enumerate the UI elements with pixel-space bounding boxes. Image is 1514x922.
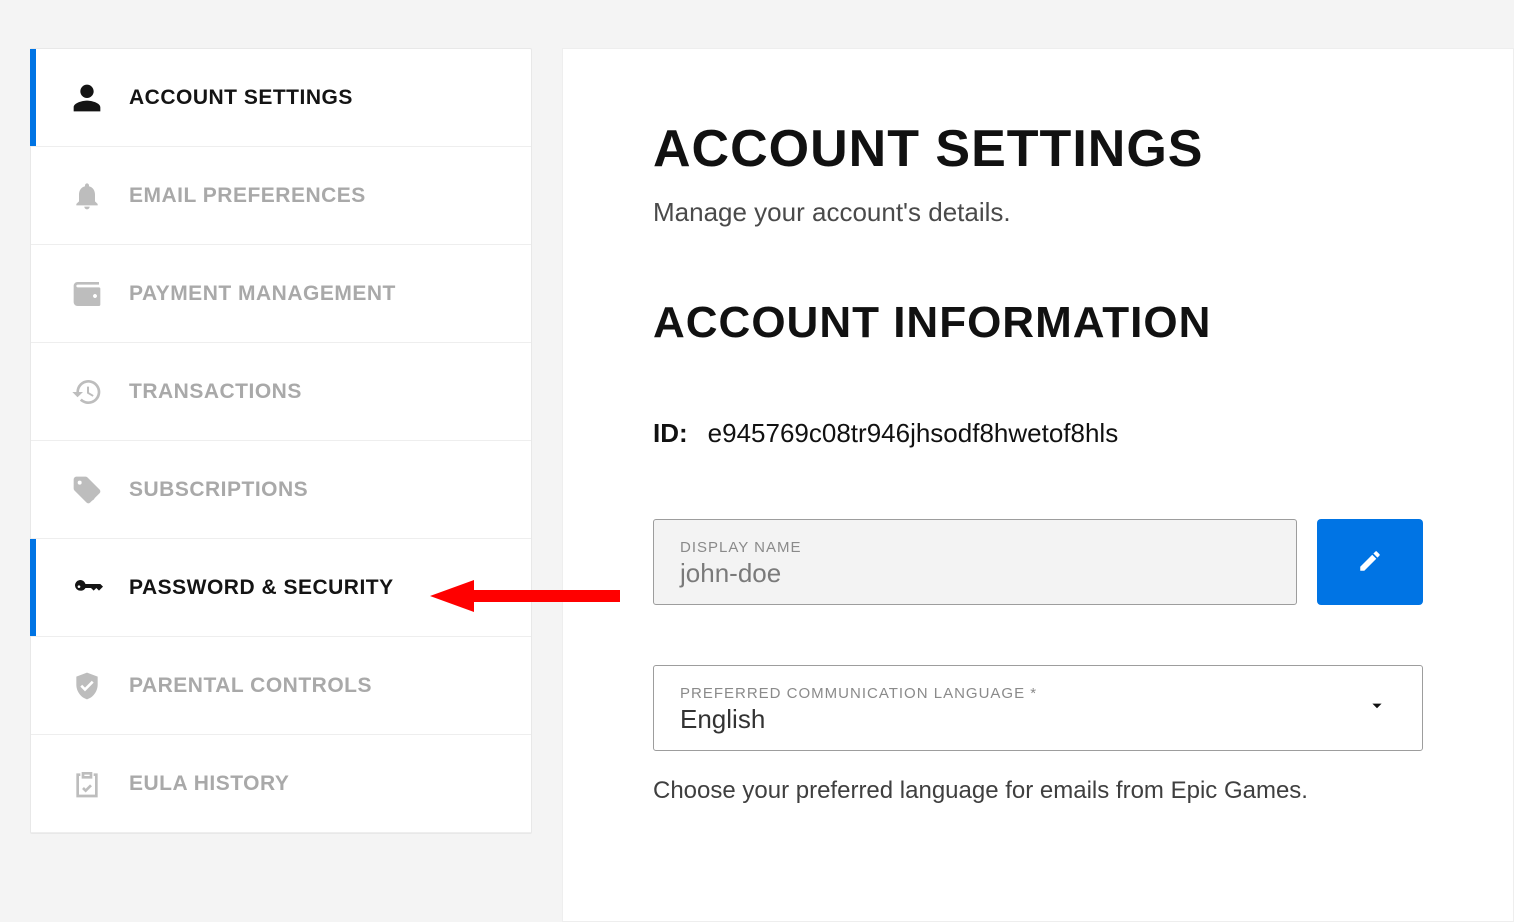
sidebar-item-subscriptions[interactable]: SUBSCRIPTIONS: [31, 441, 531, 539]
sidebar-item-transactions[interactable]: TRANSACTIONS: [31, 343, 531, 441]
sidebar-item-parental-controls[interactable]: PARENTAL CONTROLS: [31, 637, 531, 735]
main-panel: ACCOUNT SETTINGS Manage your account's d…: [562, 48, 1514, 922]
bell-icon: [69, 178, 105, 214]
sidebar-item-email-preferences[interactable]: EMAIL PREFERENCES: [31, 147, 531, 245]
sidebar: ACCOUNT SETTINGS EMAIL PREFERENCES PAYME…: [30, 48, 532, 834]
page-title: ACCOUNT SETTINGS: [653, 119, 1423, 179]
language-value: English: [680, 704, 1396, 735]
sidebar-item-label: EMAIL PREFERENCES: [129, 184, 366, 208]
tag-icon: [69, 472, 105, 508]
sidebar-item-label: PAYMENT MANAGEMENT: [129, 282, 396, 306]
page-subtitle: Manage your account's details.: [653, 197, 1423, 228]
sidebar-item-payment-management[interactable]: PAYMENT MANAGEMENT: [31, 245, 531, 343]
sidebar-item-eula-history[interactable]: EULA HISTORY: [31, 735, 531, 833]
sidebar-item-label: PASSWORD & SECURITY: [129, 576, 394, 600]
account-id-row: ID: e945769c08tr946jhsodf8hwetof8hls: [653, 418, 1423, 449]
shield-check-icon: [69, 668, 105, 704]
section-title: ACCOUNT INFORMATION: [653, 298, 1423, 348]
sidebar-item-label: TRANSACTIONS: [129, 380, 302, 404]
user-icon: [69, 80, 105, 116]
sidebar-item-password-security[interactable]: PASSWORD & SECURITY: [31, 539, 531, 637]
sidebar-item-label: EULA HISTORY: [129, 772, 289, 796]
account-id-label: ID:: [653, 418, 688, 449]
key-icon: [69, 570, 105, 606]
display-name-field: DISPLAY NAME john-doe: [653, 519, 1297, 605]
display-name-row: DISPLAY NAME john-doe: [653, 519, 1423, 605]
sidebar-item-label: ACCOUNT SETTINGS: [129, 86, 353, 110]
sidebar-item-label: PARENTAL CONTROLS: [129, 674, 372, 698]
display-name-value: john-doe: [680, 558, 1270, 589]
pencil-icon: [1357, 548, 1383, 577]
account-id-value: e945769c08tr946jhsodf8hwetof8hls: [708, 418, 1119, 449]
edit-display-name-button[interactable]: [1317, 519, 1423, 605]
language-label: PREFERRED COMMUNICATION LANGUAGE *: [680, 685, 1396, 702]
sidebar-item-account-settings[interactable]: ACCOUNT SETTINGS: [31, 49, 531, 147]
language-select[interactable]: PREFERRED COMMUNICATION LANGUAGE * Engli…: [653, 665, 1423, 751]
wallet-icon: [69, 276, 105, 312]
sidebar-item-label: SUBSCRIPTIONS: [129, 478, 308, 502]
clipboard-icon: [69, 766, 105, 802]
chevron-down-icon: [1366, 695, 1388, 722]
display-name-label: DISPLAY NAME: [680, 539, 1270, 556]
language-helper-text: Choose your preferred language for email…: [653, 777, 1423, 805]
history-icon: [69, 374, 105, 410]
